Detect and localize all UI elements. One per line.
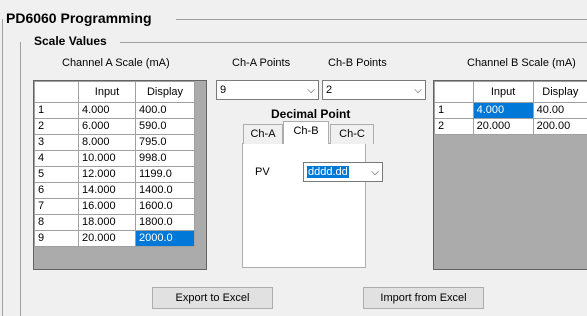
table-row[interactable]: 5 12.000 1199.0 (34, 166, 195, 183)
import-from-excel-button[interactable]: Import from Excel (363, 287, 484, 309)
input-cell-selected[interactable]: 4.000 (472, 102, 534, 119)
pv-label: PV (255, 166, 270, 178)
display-cell[interactable]: 590.0 (135, 118, 195, 135)
input-cell[interactable]: 4.000 (78, 102, 136, 119)
input-cell[interactable]: 6.000 (78, 118, 136, 135)
channel-b-input-header[interactable]: Input (472, 81, 534, 103)
chevron-down-icon[interactable]: ⌵ (411, 85, 425, 96)
display-cell[interactable]: 40.00 (532, 102, 587, 119)
display-cell[interactable]: 200.00 (532, 118, 587, 135)
ch-a-points-value: 9 (220, 84, 227, 96)
input-cell[interactable]: 18.000 (78, 214, 136, 231)
table-row[interactable]: 1 4.000 400.0 (34, 102, 195, 119)
ch-a-points-select[interactable]: 9 ⌵ (216, 80, 319, 100)
chevron-down-icon[interactable]: ⌵ (304, 85, 318, 96)
outer-group-title: PD6060 Programming (6, 10, 156, 26)
ch-b-points-select[interactable]: 2 ⌵ (322, 80, 426, 100)
row-header[interactable]: 6 (34, 182, 79, 199)
display-cell[interactable]: 795.0 (135, 134, 195, 151)
table-row[interactable]: 4 10.000 998.0 (34, 150, 195, 167)
scale-group-title: Scale Values (34, 34, 111, 48)
row-header[interactable]: 9 (34, 230, 79, 247)
export-to-excel-button[interactable]: Export to Excel (152, 287, 273, 309)
input-cell[interactable]: 20.000 (78, 230, 136, 247)
ch-a-points-label: Ch-A Points (232, 57, 291, 69)
table-row[interactable]: 2 20.000 200.00 (434, 118, 587, 135)
channel-b-display-header[interactable]: Display (532, 81, 587, 103)
row-header[interactable]: 1 (434, 102, 474, 119)
input-cell[interactable]: 12.000 (78, 166, 136, 183)
display-cell[interactable]: 1199.0 (135, 166, 195, 183)
input-cell[interactable]: 16.000 (78, 198, 136, 215)
table-row[interactable]: 2 6.000 590.0 (34, 118, 195, 135)
table-row[interactable]: 1 4.000 40.00 (434, 102, 587, 119)
pv-format-value: dddd.dd (307, 166, 349, 178)
input-cell[interactable]: 8.000 (78, 134, 136, 151)
row-header[interactable]: 2 (34, 118, 79, 135)
tab-ch-c[interactable]: Ch-C (330, 124, 374, 144)
channel-a-caption: Channel A Scale (mA) (62, 57, 170, 69)
table-row[interactable]: 6 14.000 1400.0 (34, 182, 195, 199)
channel-b-caption: Channel B Scale (mA) (467, 57, 576, 69)
row-header[interactable]: 7 (34, 198, 79, 215)
channel-a-grid[interactable]: Input Display 1 4.000 400.0 2 6.000 590.0 38… (33, 80, 207, 270)
row-header[interactable]: 1 (34, 102, 79, 119)
input-cell[interactable]: 14.000 (78, 182, 136, 199)
pv-format-select[interactable]: dddd.dd ⌵ (303, 162, 383, 182)
input-cell[interactable]: 10.000 (78, 150, 136, 167)
display-cell[interactable]: 998.0 (135, 150, 195, 167)
grid-corner (34, 81, 79, 103)
tab-ch-b[interactable]: Ch-B (283, 121, 329, 144)
display-cell[interactable]: 1800.0 (135, 214, 195, 231)
row-header[interactable]: 3 (34, 134, 79, 151)
decimal-point-label: Decimal Point (271, 107, 351, 121)
table-row[interactable]: 9 20.000 2000.0 (34, 230, 195, 247)
row-header[interactable]: 5 (34, 166, 79, 183)
channel-a-display-header[interactable]: Display (135, 81, 195, 103)
grid-corner (434, 81, 474, 103)
ch-b-points-label: Ch-B Points (328, 57, 387, 69)
channel-b-grid[interactable]: Input Display 1 4.000 40.00 2 20.000 200.00 (433, 80, 587, 270)
display-cell[interactable]: 1600.0 (135, 198, 195, 215)
row-header[interactable]: 2 (434, 118, 474, 135)
input-cell[interactable]: 20.000 (472, 118, 534, 135)
table-row[interactable]: 7 16.000 1600.0 (34, 198, 195, 215)
table-row[interactable]: 3 8.000 795.0 (34, 134, 195, 151)
tab-ch-a[interactable]: Ch-A (243, 124, 283, 144)
display-cell[interactable]: 1400.0 (135, 182, 195, 199)
channel-a-input-header[interactable]: Input (78, 81, 136, 103)
row-header[interactable]: 8 (34, 214, 79, 231)
chevron-down-icon[interactable]: ⌵ (368, 167, 382, 178)
ch-b-points-value: 2 (326, 84, 333, 96)
display-cell[interactable]: 400.0 (135, 102, 195, 119)
table-row[interactable]: 8 18.000 1800.0 (34, 214, 195, 231)
row-header[interactable]: 4 (34, 150, 79, 167)
display-cell-selected[interactable]: 2000.0 (135, 230, 195, 247)
